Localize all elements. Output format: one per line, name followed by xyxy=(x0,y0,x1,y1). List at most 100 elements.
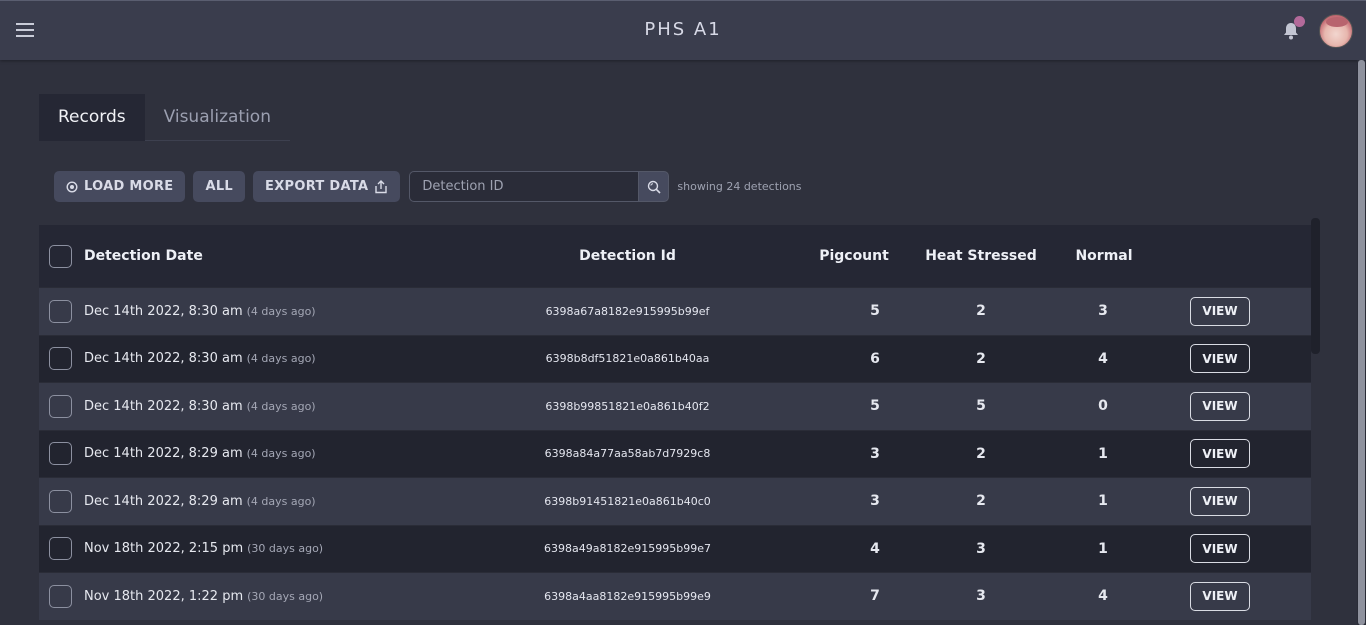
view-button[interactable]: VIEW xyxy=(1190,486,1250,516)
detection-id: 6398a67a8182e915995b99ef xyxy=(545,304,710,318)
normal-value: 4 xyxy=(1098,588,1108,605)
app-bar: PHS A1 xyxy=(0,0,1366,60)
pigcount-cell: 5 xyxy=(815,383,935,430)
pigcount-cell: 6 xyxy=(815,336,935,383)
row-checkbox[interactable] xyxy=(49,537,72,561)
detection-date-cell: Dec 14th 2022, 8:30 am (4 days ago) xyxy=(84,383,316,430)
view-button[interactable]: VIEW xyxy=(1190,296,1250,326)
view-cell: VIEW xyxy=(1190,431,1250,478)
view-button[interactable]: VIEW xyxy=(1190,534,1250,564)
export-data-label: EXPORT DATA xyxy=(265,179,369,194)
table-row[interactable]: Nov 18th 2022, 2:15 pm (30 days ago) 6398a… xyxy=(39,524,1311,573)
normal-value: 0 xyxy=(1098,398,1108,415)
heat-stressed-value: 3 xyxy=(976,588,986,605)
view-cell: VIEW xyxy=(1190,573,1250,620)
detection-id-cell: 6398b91451821e0a861b40c0 xyxy=(509,478,746,525)
row-checkbox[interactable] xyxy=(49,584,72,608)
normal-cell: 0 xyxy=(1043,383,1163,430)
user-avatar[interactable] xyxy=(1319,14,1353,48)
tab-records[interactable]: Records xyxy=(39,94,145,141)
detection-date-cell: Dec 14th 2022, 8:30 am (4 days ago) xyxy=(84,288,316,335)
notification-dot xyxy=(1294,16,1305,27)
detection-id-cell: 6398b99851821e0a861b40f2 xyxy=(509,383,746,430)
detection-date-cell: Dec 14th 2022, 8:29 am (4 days ago) xyxy=(84,478,316,525)
view-button[interactable]: VIEW xyxy=(1190,344,1250,374)
relative-time: (4 days ago) xyxy=(246,399,316,413)
table-row[interactable]: Dec 14th 2022, 8:30 am (4 days ago) 6398b8… xyxy=(39,334,1311,383)
normal-value: 1 xyxy=(1098,445,1108,462)
detection-date: Dec 14th 2022, 8:30 am xyxy=(84,351,243,367)
pigcount-value: 3 xyxy=(870,493,880,510)
table-row[interactable]: Dec 14th 2022, 8:29 am (4 days ago) 6398a8… xyxy=(39,429,1311,478)
heat-stressed-cell: 2 xyxy=(925,336,1037,383)
header-detection-id[interactable]: Detection Id xyxy=(509,225,746,287)
table-row[interactable]: Dec 14th 2022, 8:30 am (4 days ago) 6398b9… xyxy=(39,382,1311,430)
search-icon xyxy=(647,180,661,194)
pigcount-cell: 3 xyxy=(815,431,935,478)
detection-date-cell: Dec 14th 2022, 8:30 am (4 days ago) xyxy=(84,336,316,383)
pigcount-value: 3 xyxy=(870,445,880,462)
load-more-label: LOAD MORE xyxy=(84,179,174,194)
pigcount-value: 4 xyxy=(870,540,880,557)
header-detection-date[interactable]: Detection Date xyxy=(84,225,203,287)
heat-stressed-value: 2 xyxy=(976,303,986,320)
records-toolbar: LOAD MORE ALL EXPORT DATA showing 24 det… xyxy=(54,171,802,202)
pigcount-value: 5 xyxy=(870,398,880,415)
view-button[interactable]: VIEW xyxy=(1190,439,1250,469)
header-heat-stressed[interactable]: Heat Stressed xyxy=(925,225,1037,287)
view-cell: VIEW xyxy=(1190,526,1250,573)
table-scrollbar-thumb[interactable] xyxy=(1311,218,1320,354)
view-button[interactable]: VIEW xyxy=(1190,581,1250,611)
tab-bar: Records Visualization xyxy=(39,94,290,141)
load-more-button[interactable]: LOAD MORE xyxy=(54,171,186,202)
pigcount-value: 5 xyxy=(870,303,880,320)
normal-cell: 4 xyxy=(1043,336,1163,383)
page-scrollbar[interactable] xyxy=(1357,60,1366,625)
table-row[interactable]: Nov 18th 2022, 1:22 pm (30 days ago) 6398a… xyxy=(39,572,1311,620)
row-checkbox[interactable] xyxy=(49,299,72,323)
normal-value: 1 xyxy=(1098,540,1108,557)
export-icon xyxy=(375,179,388,193)
all-button[interactable]: ALL xyxy=(193,171,246,202)
table-row[interactable]: Dec 14th 2022, 8:30 am (4 days ago) 6398a6… xyxy=(39,287,1311,335)
search-button[interactable] xyxy=(638,171,670,202)
pigcount-cell: 5 xyxy=(815,288,935,335)
row-checkbox[interactable] xyxy=(49,442,72,466)
row-checkbox-cell xyxy=(49,526,73,573)
heat-stressed-cell: 2 xyxy=(925,478,1037,525)
table-body: Dec 14th 2022, 8:30 am (4 days ago) 6398a6… xyxy=(39,287,1311,620)
heat-stressed-value: 2 xyxy=(976,493,986,510)
tab-visualization[interactable]: Visualization xyxy=(144,94,290,141)
header-normal[interactable]: Normal xyxy=(1069,225,1139,287)
view-button[interactable]: VIEW xyxy=(1190,391,1250,421)
detection-date-cell: Nov 18th 2022, 2:15 pm (30 days ago) xyxy=(84,526,323,573)
heat-stressed-cell: 2 xyxy=(925,431,1037,478)
normal-value: 3 xyxy=(1098,303,1108,320)
row-checkbox[interactable] xyxy=(49,489,72,513)
heat-stressed-value: 5 xyxy=(976,398,986,415)
view-cell: VIEW xyxy=(1190,336,1250,383)
detection-date-cell: Nov 18th 2022, 1:22 pm (30 days ago) xyxy=(84,573,323,620)
detection-id: 6398b8df51821e0a861b40aa xyxy=(545,352,710,366)
relative-time: (4 days ago) xyxy=(246,447,316,461)
table-row[interactable]: Dec 14th 2022, 8:29 am (4 days ago) 6398b9… xyxy=(39,477,1311,525)
page-scrollbar-thumb[interactable] xyxy=(1358,60,1365,625)
select-all-checkbox[interactable] xyxy=(49,244,72,268)
view-cell: VIEW xyxy=(1190,288,1250,335)
normal-value: 4 xyxy=(1098,350,1108,367)
normal-cell: 1 xyxy=(1043,478,1163,525)
header-pigcount[interactable]: Pigcount xyxy=(815,225,893,287)
detection-id-cell: 6398a67a8182e915995b99ef xyxy=(509,288,746,335)
detection-id: 6398a49a8182e915995b99e7 xyxy=(544,542,711,556)
row-checkbox-cell xyxy=(49,336,73,383)
export-data-button[interactable]: EXPORT DATA xyxy=(253,171,401,202)
table-scrollbar[interactable] xyxy=(1311,218,1320,354)
showing-count-text: showing 24 detections xyxy=(677,180,802,193)
row-checkbox[interactable] xyxy=(49,347,72,371)
heat-stressed-value: 3 xyxy=(976,540,986,557)
detection-date: Dec 14th 2022, 8:29 am xyxy=(84,493,243,509)
row-checkbox[interactable] xyxy=(49,394,72,418)
detection-id-cell: 6398a84a77aa58ab7d7929c8 xyxy=(509,431,746,478)
normal-value: 1 xyxy=(1098,493,1108,510)
detection-id-search-input[interactable] xyxy=(409,171,639,202)
